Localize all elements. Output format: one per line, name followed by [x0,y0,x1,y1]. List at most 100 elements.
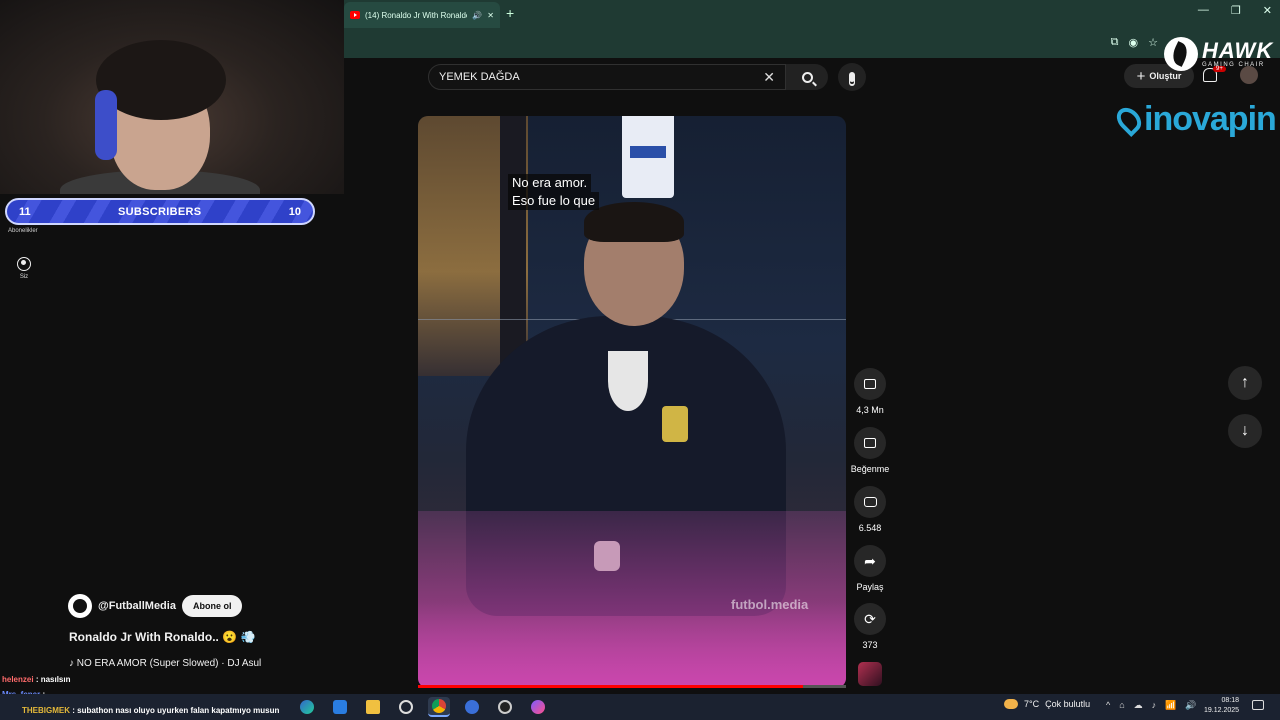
subtitle-line-2: Eso fue lo que [508,192,600,210]
weather-widget[interactable]: 7°C Çok bulutlu [1004,699,1090,709]
chat-message: THEBIGMEK : subathon nası oluyo uyurken … [22,706,279,715]
video-title[interactable]: Ronaldo Jr With Ronaldo.. 😮 💨 [69,630,255,644]
channel-name[interactable]: @FutballMedia [98,600,176,612]
taskbar-mail-icon[interactable] [329,697,351,717]
like-count: 4,3 Mn [856,405,884,415]
sound-thumbnail[interactable] [858,662,882,686]
arrow-up-icon: ↑ [1241,374,1249,391]
microphone-icon [849,72,855,82]
sidebar-item-label: Siz [19,274,29,280]
taskbar-xbox-icon[interactable] [395,697,417,717]
minimize-button[interactable]: — [1198,4,1209,17]
comment-icon [863,497,877,507]
organizer-badge [622,116,674,198]
like-action: 4,3 Mn [846,368,894,415]
headset-icon [95,90,117,160]
taskbar-obs-icon[interactable] [494,697,516,717]
system-tray: ^ ⌂ ☁ ♪ 📶 🔊 [1106,700,1197,711]
browser-tab[interactable]: (14) Ronaldo Jr With Ronaldo 🔊 ✕ [344,2,500,28]
channel-avatar[interactable] [68,594,92,618]
chat-text: : nasılsın [35,675,71,684]
location-pin-icon [1112,102,1146,137]
taskbar-apps [296,697,549,717]
taskbar-edge-icon[interactable] [296,697,318,717]
wristwatch [594,541,620,571]
bookmark-star-icon[interactable]: ☆ [1148,36,1158,49]
tray-chevron-icon[interactable]: ^ [1106,700,1110,711]
subscriptions-label[interactable]: Abonelikler [8,228,38,234]
subscribe-button[interactable]: Abone ol [181,595,243,617]
speaker-icon[interactable]: 🔊 [472,11,482,20]
clear-search-icon[interactable]: ✕ [763,69,775,86]
voice-search-button[interactable] [838,63,866,91]
search-input[interactable]: YEMEK DAĞDA ✕ [428,64,786,90]
taskbar-chrome-icon[interactable] [428,697,450,717]
remix-count: 373 [862,640,878,650]
plus-icon: + [1136,67,1146,85]
video-progress-bar[interactable] [418,685,846,688]
subscriber-count-right: 10 [288,205,301,218]
video-watermark: futbol.media [731,597,809,612]
taskbar-app-icon[interactable] [461,697,483,717]
address-bar-icons: ⧉ ◉ ☆ [1111,36,1158,49]
youtube-favicon-icon [350,11,360,19]
notification-center-icon[interactable] [1252,700,1264,710]
channel-row: @FutballMedia Abone ol [68,594,243,618]
search-button[interactable] [786,64,828,90]
taskbar-folder-icon[interactable] [362,697,384,717]
tray-cloud-icon[interactable]: ☁ [1134,700,1143,711]
share-button[interactable]: ➦ [854,545,886,577]
previous-video-button[interactable]: ↑ [1228,366,1262,400]
chat-message: helenzei : nasılsın [2,675,71,684]
restore-button[interactable]: ❐ [1231,4,1241,17]
remix-button[interactable]: ⟳ [854,603,886,635]
tray-mic-icon[interactable]: ♪ [1152,700,1157,711]
video-progress-fill [418,685,804,688]
weather-temp: 7°C [1024,699,1040,709]
left-panel [0,194,344,694]
window-controls: — ❐ ✕ [1198,4,1272,17]
video-subtitles: No era amor. Eso fue lo que [508,174,600,210]
taskbar-messenger-icon[interactable] [527,697,549,717]
comment-action: 6.548 [846,486,894,533]
taskbar-clock[interactable]: 08:18 19.12.2025 [1204,696,1239,716]
sidebar-item-you[interactable]: Siz [0,257,48,280]
arrow-down-icon: ↓ [1241,422,1249,439]
hawk-brand-text: HAWK [1202,38,1274,63]
tracking-icon[interactable]: ◉ [1129,36,1139,49]
inovapin-logo: inovapin [1112,100,1277,139]
tab-close-icon[interactable]: ✕ [487,11,494,20]
account-icon [17,257,31,271]
tray-app-icon[interactable]: ⌂ [1119,700,1124,711]
chat-text: : subathon nası oluyo uyurken falan kapa… [72,706,280,715]
new-tab-button[interactable]: + [506,5,514,21]
chat-username: THEBIGMEK [22,706,70,715]
cast-icon[interactable]: ⧉ [1111,36,1119,49]
inovapin-brand-text: inovapin [1144,100,1277,138]
remix-icon: ⟳ [864,610,876,627]
comment-button[interactable] [854,486,886,518]
thumbs-down-icon [864,438,876,448]
hawk-brand-subtext: GAMING CHAIR [1202,62,1265,68]
tray-wifi-icon[interactable]: 📶 [1165,700,1176,711]
clock-date: 19.12.2025 [1204,707,1240,714]
chat-username: helenzei [2,675,34,684]
video-music[interactable]: ♪ NO ERA AMOR (Super Slowed) · DJ Asul [69,658,261,669]
dislike-action: Beğenme [846,427,894,474]
subtitle-line-1: No era amor. [508,174,592,192]
subscriber-label: SUBSCRIBERS [118,205,202,218]
subscriber-count-left: 11 [19,205,31,218]
dislike-button[interactable] [854,427,886,459]
tray-volume-icon[interactable]: 🔊 [1185,700,1196,711]
like-button[interactable] [854,368,886,400]
remix-action: ⟳ 373 [846,603,894,650]
share-label: Paylaş [856,582,884,592]
search-value: YEMEK DAĞDA [439,71,520,83]
clock-time: 08:18 [1221,697,1240,704]
webcam-feed [0,0,344,194]
close-window-button[interactable]: ✕ [1263,4,1272,17]
club-crest [662,406,688,442]
tab-title: (14) Ronaldo Jr With Ronaldo [365,10,468,20]
next-video-button[interactable]: ↓ [1228,414,1262,448]
search-icon [801,71,813,83]
